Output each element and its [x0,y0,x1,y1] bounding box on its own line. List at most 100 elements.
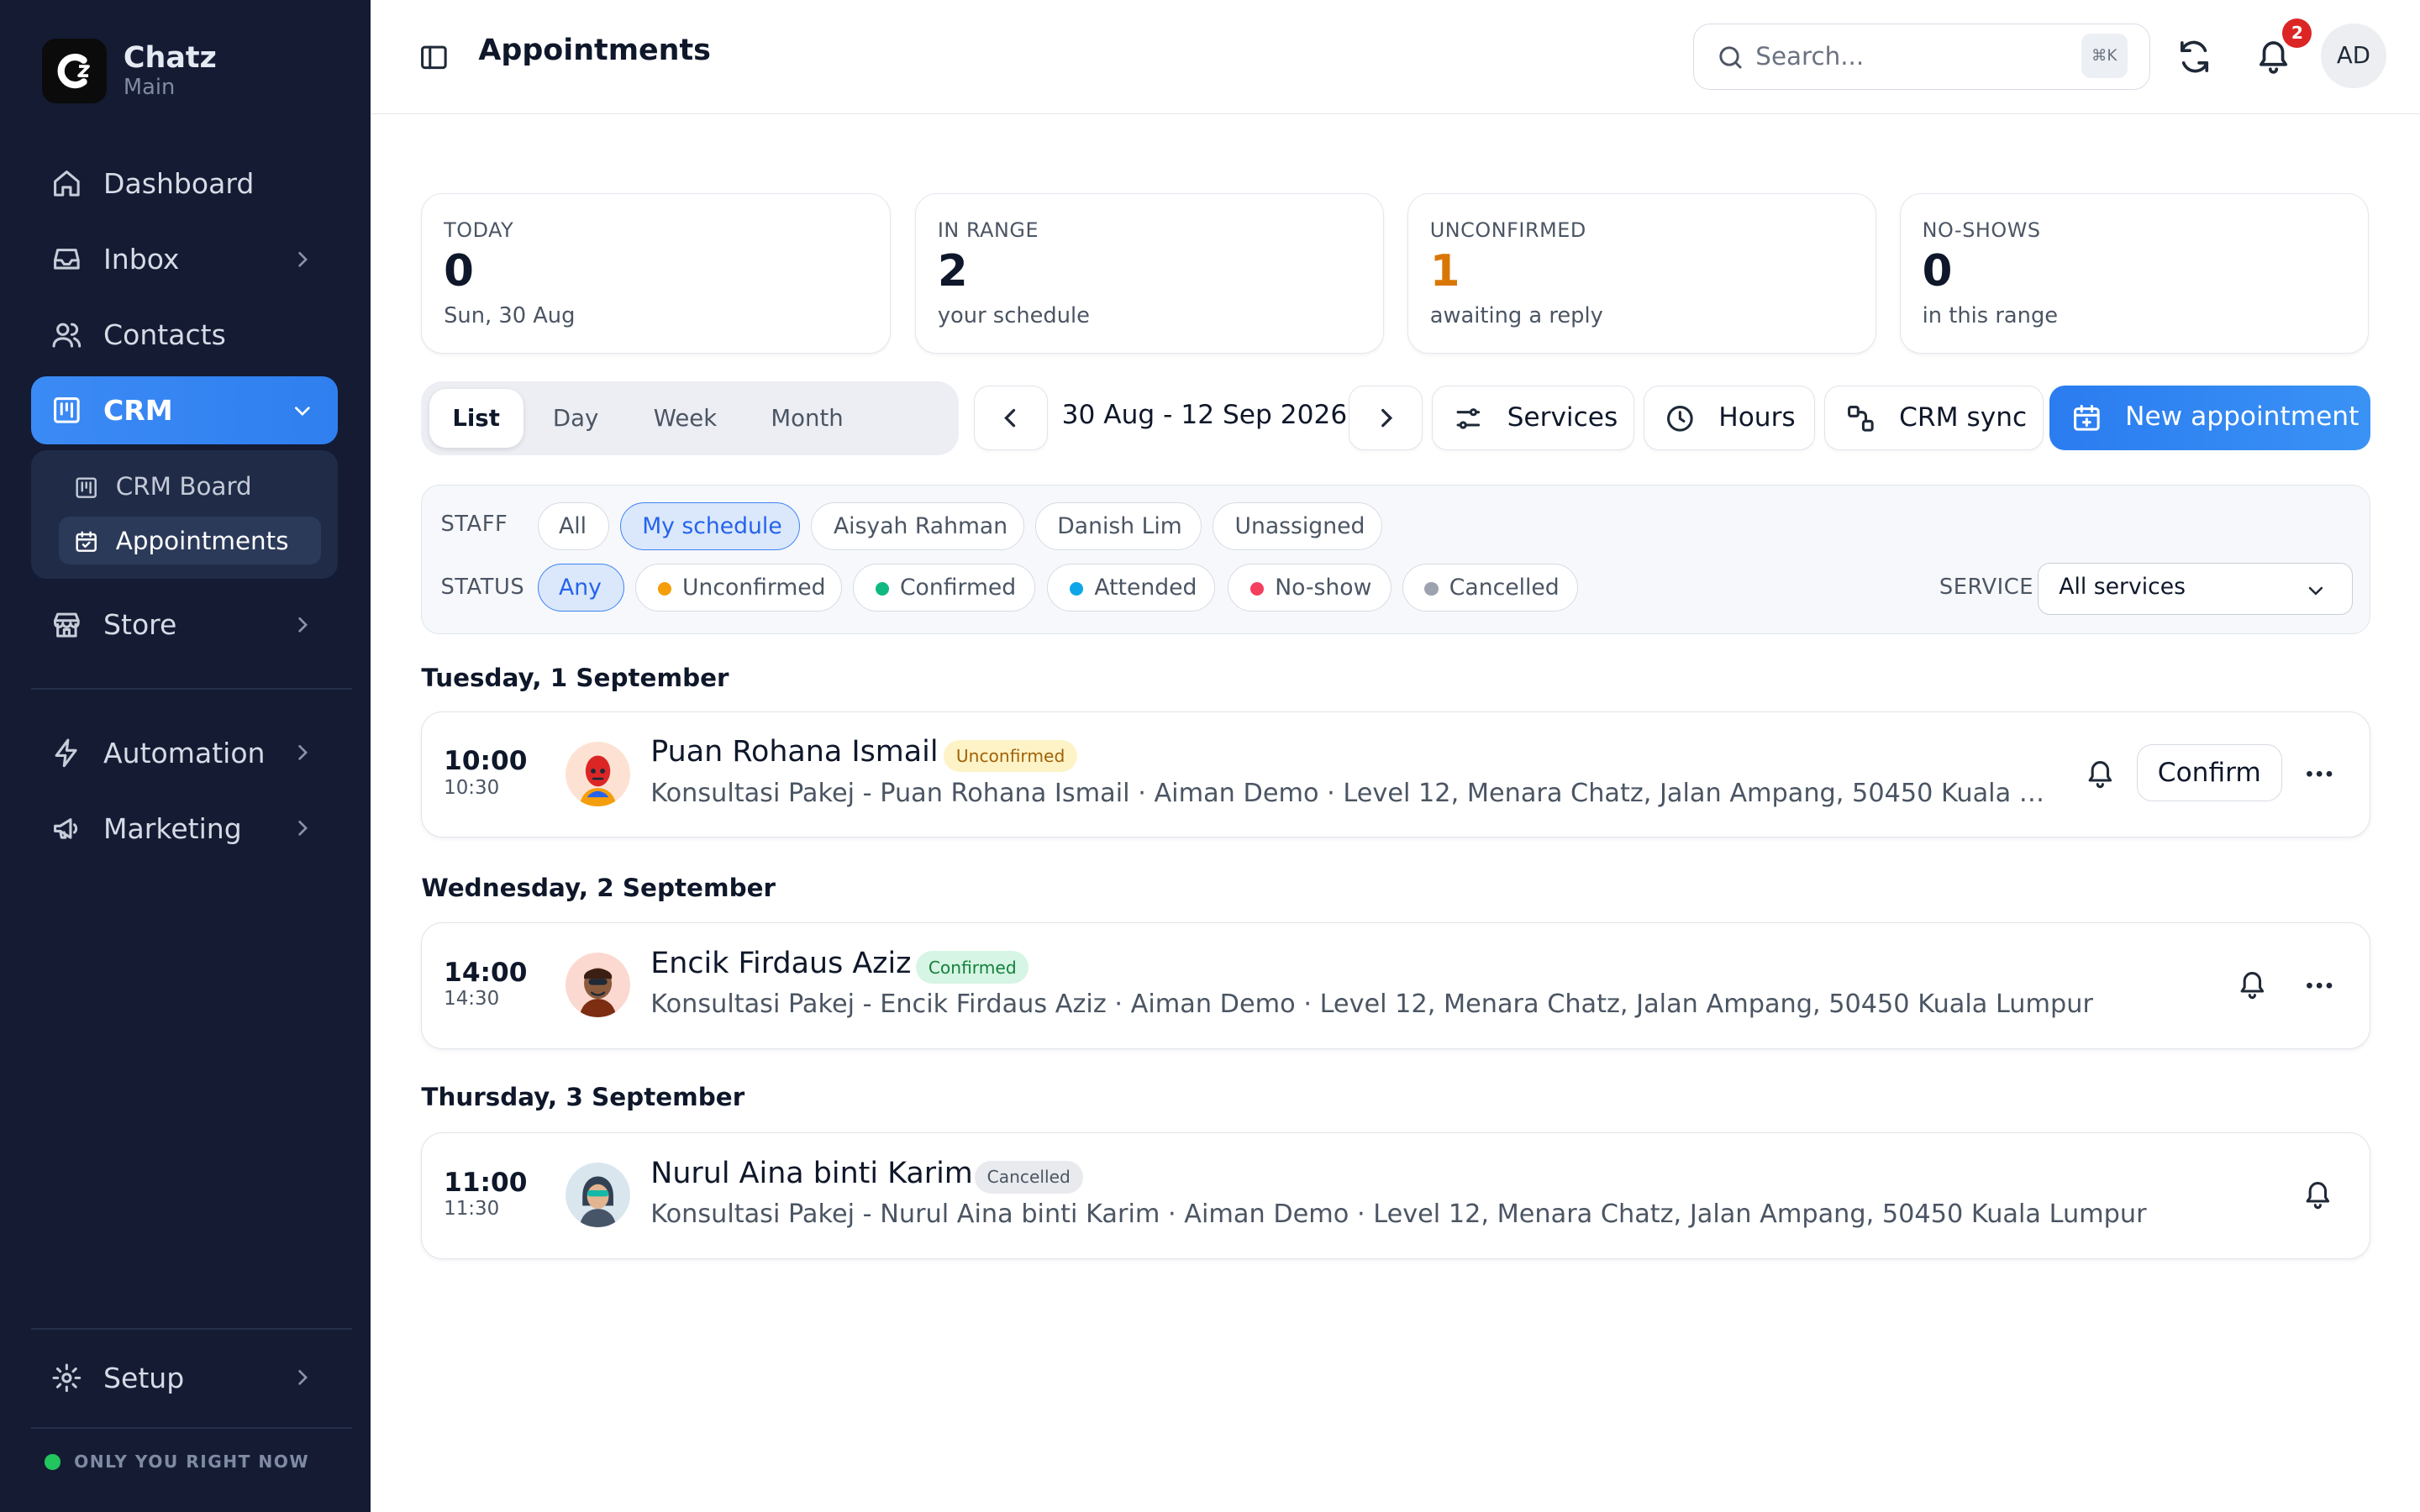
store-icon [53,613,80,638]
topbar: Appointments ⌘K 2 AD [370,0,2420,114]
refresh-icon[interactable] [2171,34,2217,80]
confirm-button[interactable]: Confirm [2136,744,2282,802]
avatar-illustration-icon [566,953,631,1018]
status-chip-unconfirmed[interactable]: Unconfirmed [634,564,842,612]
appointment-client-name: Puan Rohana Ismail [650,735,939,769]
chevron-right-icon [1381,409,1392,428]
stat-card-unconfirmed: UNCONFIRMED 1 awaiting a reply [1407,192,1877,354]
crm-sync-button[interactable]: CRM sync [1823,386,2044,451]
more-options-icon[interactable] [2302,969,2336,1002]
hours-button[interactable]: Hours [1644,386,1815,451]
appointment-card[interactable]: 11:00 11:30 Nurul Aina binti Karim Cance… [421,1132,2371,1259]
status-chip-any[interactable]: Any [538,564,624,612]
staff-chip-my-schedule[interactable]: My schedule [619,501,801,550]
presence-status: ONLY YOU RIGHT NOW [45,1452,309,1472]
reminder-bell-icon[interactable] [2302,1179,2333,1210]
chip-label: My schedule [642,512,782,539]
search-input[interactable] [1755,38,2065,76]
sidebar-item-label: Automation [103,736,266,769]
sidebar-item-label: Marketing [103,811,242,845]
tab-week[interactable]: Week [634,389,736,448]
services-button[interactable]: Services [1432,386,1635,451]
status-dot-icon [1249,581,1265,596]
service-select[interactable]: All services [2038,562,2354,615]
sidebar-item-label: Setup [103,1361,185,1394]
board-icon [53,397,80,423]
clock-icon [1666,406,1693,433]
sidebar-item-automation[interactable]: Automation [31,719,339,787]
view-switcher: List Day Week Month [421,381,959,455]
appointment-client-name: Nurul Aina binti Karim [650,1156,973,1190]
stat-label: IN RANGE [937,218,1039,242]
tab-list[interactable]: List [429,388,523,448]
sidebar-item-contacts[interactable]: Contacts [31,301,339,369]
subnav-item-appointments[interactable]: Appointments [58,517,321,565]
stat-sub: awaiting a reply [1429,302,1603,328]
next-range-button[interactable] [1349,386,1423,451]
brand[interactable]: Chatz Main [41,38,217,104]
sidebar-item-inbox[interactable]: Inbox [31,225,339,293]
megaphone-icon [53,818,77,839]
reminder-bell-icon[interactable] [2085,759,2116,790]
chip-label: Aisyah Rahman [833,512,1008,539]
appointment-start-time: 10:00 [444,746,528,777]
appointment-details: Konsultasi Pakej - Encik Firdaus Aziz · … [650,990,2093,1020]
main-content: Appointments ⌘K 2 AD TODAY 0 Sun, 30 Aug… [370,0,2420,1512]
appointment-end-time: 14:30 [444,988,500,1011]
previous-range-button[interactable] [973,386,1049,451]
appointment-client-name: Encik Firdaus Aziz [650,946,912,980]
more-options-icon[interactable] [2302,757,2336,790]
services-label: Services [1507,402,1618,433]
workspace-name: Main [123,75,176,101]
stat-label: NO-SHOWS [1922,218,2041,242]
appointment-card[interactable]: 14:00 14:30 Encik Firdaus Aziz Confirmed… [421,922,2371,1049]
sidebar-item-dashboard[interactable]: Dashboard [31,150,339,218]
appointment-card[interactable]: 10:00 10:30 Puan Rohana Ismail Unconfirm… [421,711,2371,838]
stat-value: 0 [1922,246,1953,297]
online-dot-icon [45,1454,60,1470]
users-icon [52,323,81,348]
search-icon [1718,45,1742,69]
stat-value: 0 [444,246,474,297]
status-chip-cancelled[interactable]: Cancelled [1402,564,1579,612]
chevron-right-icon [298,745,308,761]
stat-sub: your schedule [937,302,1090,328]
day-heading: Tuesday, 1 September [421,663,729,692]
sidebar-toggle-icon[interactable] [418,42,450,73]
hours-label: Hours [1718,402,1796,433]
brand-logo [41,38,107,104]
service-select-value: All services [2059,574,2186,601]
status-chip-attended[interactable]: Attended [1047,564,1216,612]
staff-chip-all[interactable]: All [538,501,609,550]
tab-day[interactable]: Day [533,389,619,448]
status-chip-confirmed[interactable]: Confirmed [852,564,1035,612]
sidebar-item-label: Store [103,608,177,642]
board-icon [76,477,97,498]
staff-chip-unassigned[interactable]: Unassigned [1212,501,1382,550]
new-appointment-button[interactable]: New appointment [2049,386,2371,451]
sidebar-item-setup[interactable]: Setup [31,1344,339,1412]
subnav-item-crm-board[interactable]: CRM Board [59,463,321,511]
sidebar-item-marketing[interactable]: Marketing [31,795,339,863]
staff-chip-aisyah-rahman[interactable]: Aisyah Rahman [811,501,1024,550]
search-box[interactable]: ⌘K [1692,23,2150,90]
sidebar-divider [30,688,352,690]
sidebar-item-crm[interactable]: CRM [30,376,339,444]
chevron-right-icon [298,251,308,267]
user-avatar[interactable]: AD [2321,23,2386,88]
sidebar-item-store[interactable]: Store [31,591,339,659]
avatar [566,953,631,1018]
status-chip-no-show[interactable]: No-show [1228,564,1392,612]
status-badge: Cancelled [974,1161,1083,1194]
status-dot-icon [1069,581,1084,596]
chip-label: All [559,512,587,539]
appointment-details: Konsultasi Pakej - Puan Rohana Ismail · … [650,778,2055,808]
chip-label: Unassigned [1234,512,1365,539]
staff-chip-danish-lim[interactable]: Danish Lim [1034,501,1202,550]
search-shortcut: ⌘K [2081,33,2128,78]
filter-panel: STAFF All My schedule Aisyah Rahman Dani… [421,484,2371,634]
tab-month[interactable]: Month [751,389,862,448]
status-dot-icon [1424,581,1439,596]
reminder-bell-icon[interactable] [2237,969,2268,1000]
sidebar-item-label: Contacts [103,318,226,352]
